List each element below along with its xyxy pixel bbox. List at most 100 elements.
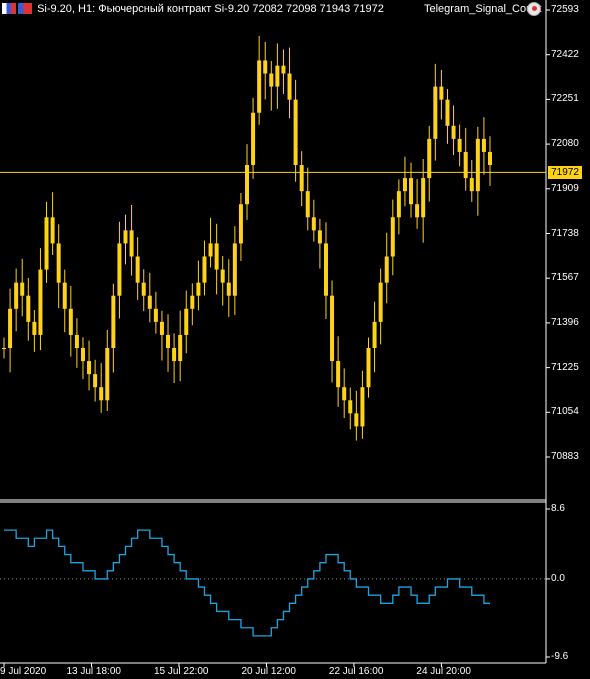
- price-tick-label: 71225: [551, 361, 579, 373]
- candle-body: [330, 295, 335, 362]
- candle-body: [141, 282, 146, 296]
- flag-icon: [2, 3, 16, 14]
- candle-body: [317, 230, 322, 244]
- candle-body: [481, 138, 486, 152]
- price-tick-label: 71909: [551, 182, 579, 194]
- time-tick-label: 13 Jul 18:00: [66, 666, 121, 677]
- candle-body: [475, 138, 480, 192]
- price-tick-label: 71396: [551, 316, 579, 328]
- candle-body: [2, 347, 6, 349]
- candle-body: [190, 295, 195, 309]
- candle-body: [93, 374, 98, 388]
- oscillator-line: [4, 529, 490, 637]
- candle-body: [354, 413, 359, 427]
- candle-body: [111, 295, 116, 348]
- candle-body: [378, 282, 383, 322]
- candle-body: [257, 60, 262, 113]
- candle-body: [445, 99, 450, 126]
- candle-body: [457, 138, 462, 152]
- time-tick-label: 15 Jul 22:00: [153, 666, 209, 677]
- time-tick-label: 22 Jul 16:00: [328, 666, 384, 677]
- price-tick-label: 72080: [551, 138, 579, 150]
- candle-body: [214, 243, 219, 270]
- price-tick-label: 71738: [551, 227, 579, 239]
- candle-body: [44, 217, 49, 270]
- candle-body: [87, 361, 92, 375]
- symbol-label: Si-9.20, H1:: [37, 3, 96, 15]
- candle-body: [421, 178, 426, 218]
- price-tick-label: 71567: [551, 272, 579, 284]
- candle-body: [451, 125, 456, 139]
- candle-body: [8, 308, 13, 348]
- candle-body: [311, 217, 316, 231]
- candle-body: [390, 217, 395, 257]
- candle-body: [68, 308, 73, 335]
- candle-body: [99, 387, 104, 401]
- candle-body: [305, 191, 310, 218]
- price-tick-label: 72593: [551, 4, 579, 15]
- candle-body: [38, 269, 43, 335]
- candle-body: [14, 282, 19, 309]
- chart-canvas[interactable]: [0, 0, 590, 679]
- candle-body: [226, 282, 231, 296]
- candle-body: [342, 387, 347, 401]
- candle-body: [50, 217, 55, 244]
- candle-body: [263, 60, 268, 74]
- candle-body: [178, 334, 183, 362]
- instrument-label: Фьючерсный контракт Si-9.20: [98, 3, 250, 15]
- candle-body: [172, 347, 177, 362]
- candle-body: [463, 151, 468, 179]
- candle-body: [238, 204, 243, 244]
- candle-body: [232, 243, 237, 296]
- candle-body: [184, 308, 189, 335]
- candle-body: [147, 295, 152, 309]
- candle-body: [80, 347, 85, 362]
- osc-tick-label: 8.6: [551, 503, 565, 514]
- candle-body: [123, 230, 128, 244]
- candle-body: [360, 387, 365, 427]
- candle-body: [281, 65, 286, 74]
- candle-body: [366, 347, 371, 388]
- candle-body: [26, 295, 31, 322]
- candle-body: [117, 243, 122, 296]
- chart-header: Si-9.20, H1: Фьючерсный контракт Si-9.20…: [2, 3, 384, 15]
- candle-body: [166, 334, 171, 348]
- indicator-name: Telegram_Signal_Count: [424, 3, 542, 15]
- candle-body: [153, 308, 158, 322]
- candle-body: [20, 282, 25, 296]
- telegram-indicator-icon[interactable]: [527, 2, 541, 16]
- candle-body: [469, 178, 474, 192]
- candle-body: [159, 321, 164, 335]
- candle-body: [488, 151, 492, 166]
- candle-body: [402, 178, 407, 192]
- candle-body: [439, 86, 444, 100]
- candle-body: [202, 256, 207, 283]
- candle-body: [384, 256, 389, 283]
- candle-body: [433, 86, 438, 139]
- candle-body: [220, 269, 225, 283]
- ohlc-label: 72082 72098 71943 71972: [252, 3, 384, 15]
- candle-body: [275, 65, 280, 87]
- current-price-tag: 71972: [548, 166, 582, 180]
- candle-body: [74, 334, 79, 348]
- candle-body: [196, 282, 201, 296]
- candle-body: [208, 243, 213, 257]
- candle-body: [415, 204, 420, 218]
- price-tick-label: 72422: [551, 48, 579, 60]
- candle-body: [287, 73, 292, 100]
- candle-body: [396, 191, 401, 218]
- osc-tick-label: -9.6: [551, 651, 569, 662]
- time-tick-label: 9 Jul 2020: [0, 666, 47, 677]
- candle-body: [251, 112, 256, 166]
- price-tick-label: 71054: [551, 406, 579, 418]
- candle-body: [299, 165, 304, 192]
- time-tick-label: 24 Jul 20:00: [416, 666, 471, 677]
- candle-body: [348, 400, 353, 414]
- candle-body: [56, 243, 61, 283]
- candle-body: [32, 321, 37, 335]
- price-tick-label: 72251: [551, 93, 579, 105]
- candle-body: [135, 256, 140, 283]
- price-tick-label: 70883: [551, 451, 579, 462]
- candle-body: [245, 165, 249, 205]
- candle-body: [293, 99, 298, 166]
